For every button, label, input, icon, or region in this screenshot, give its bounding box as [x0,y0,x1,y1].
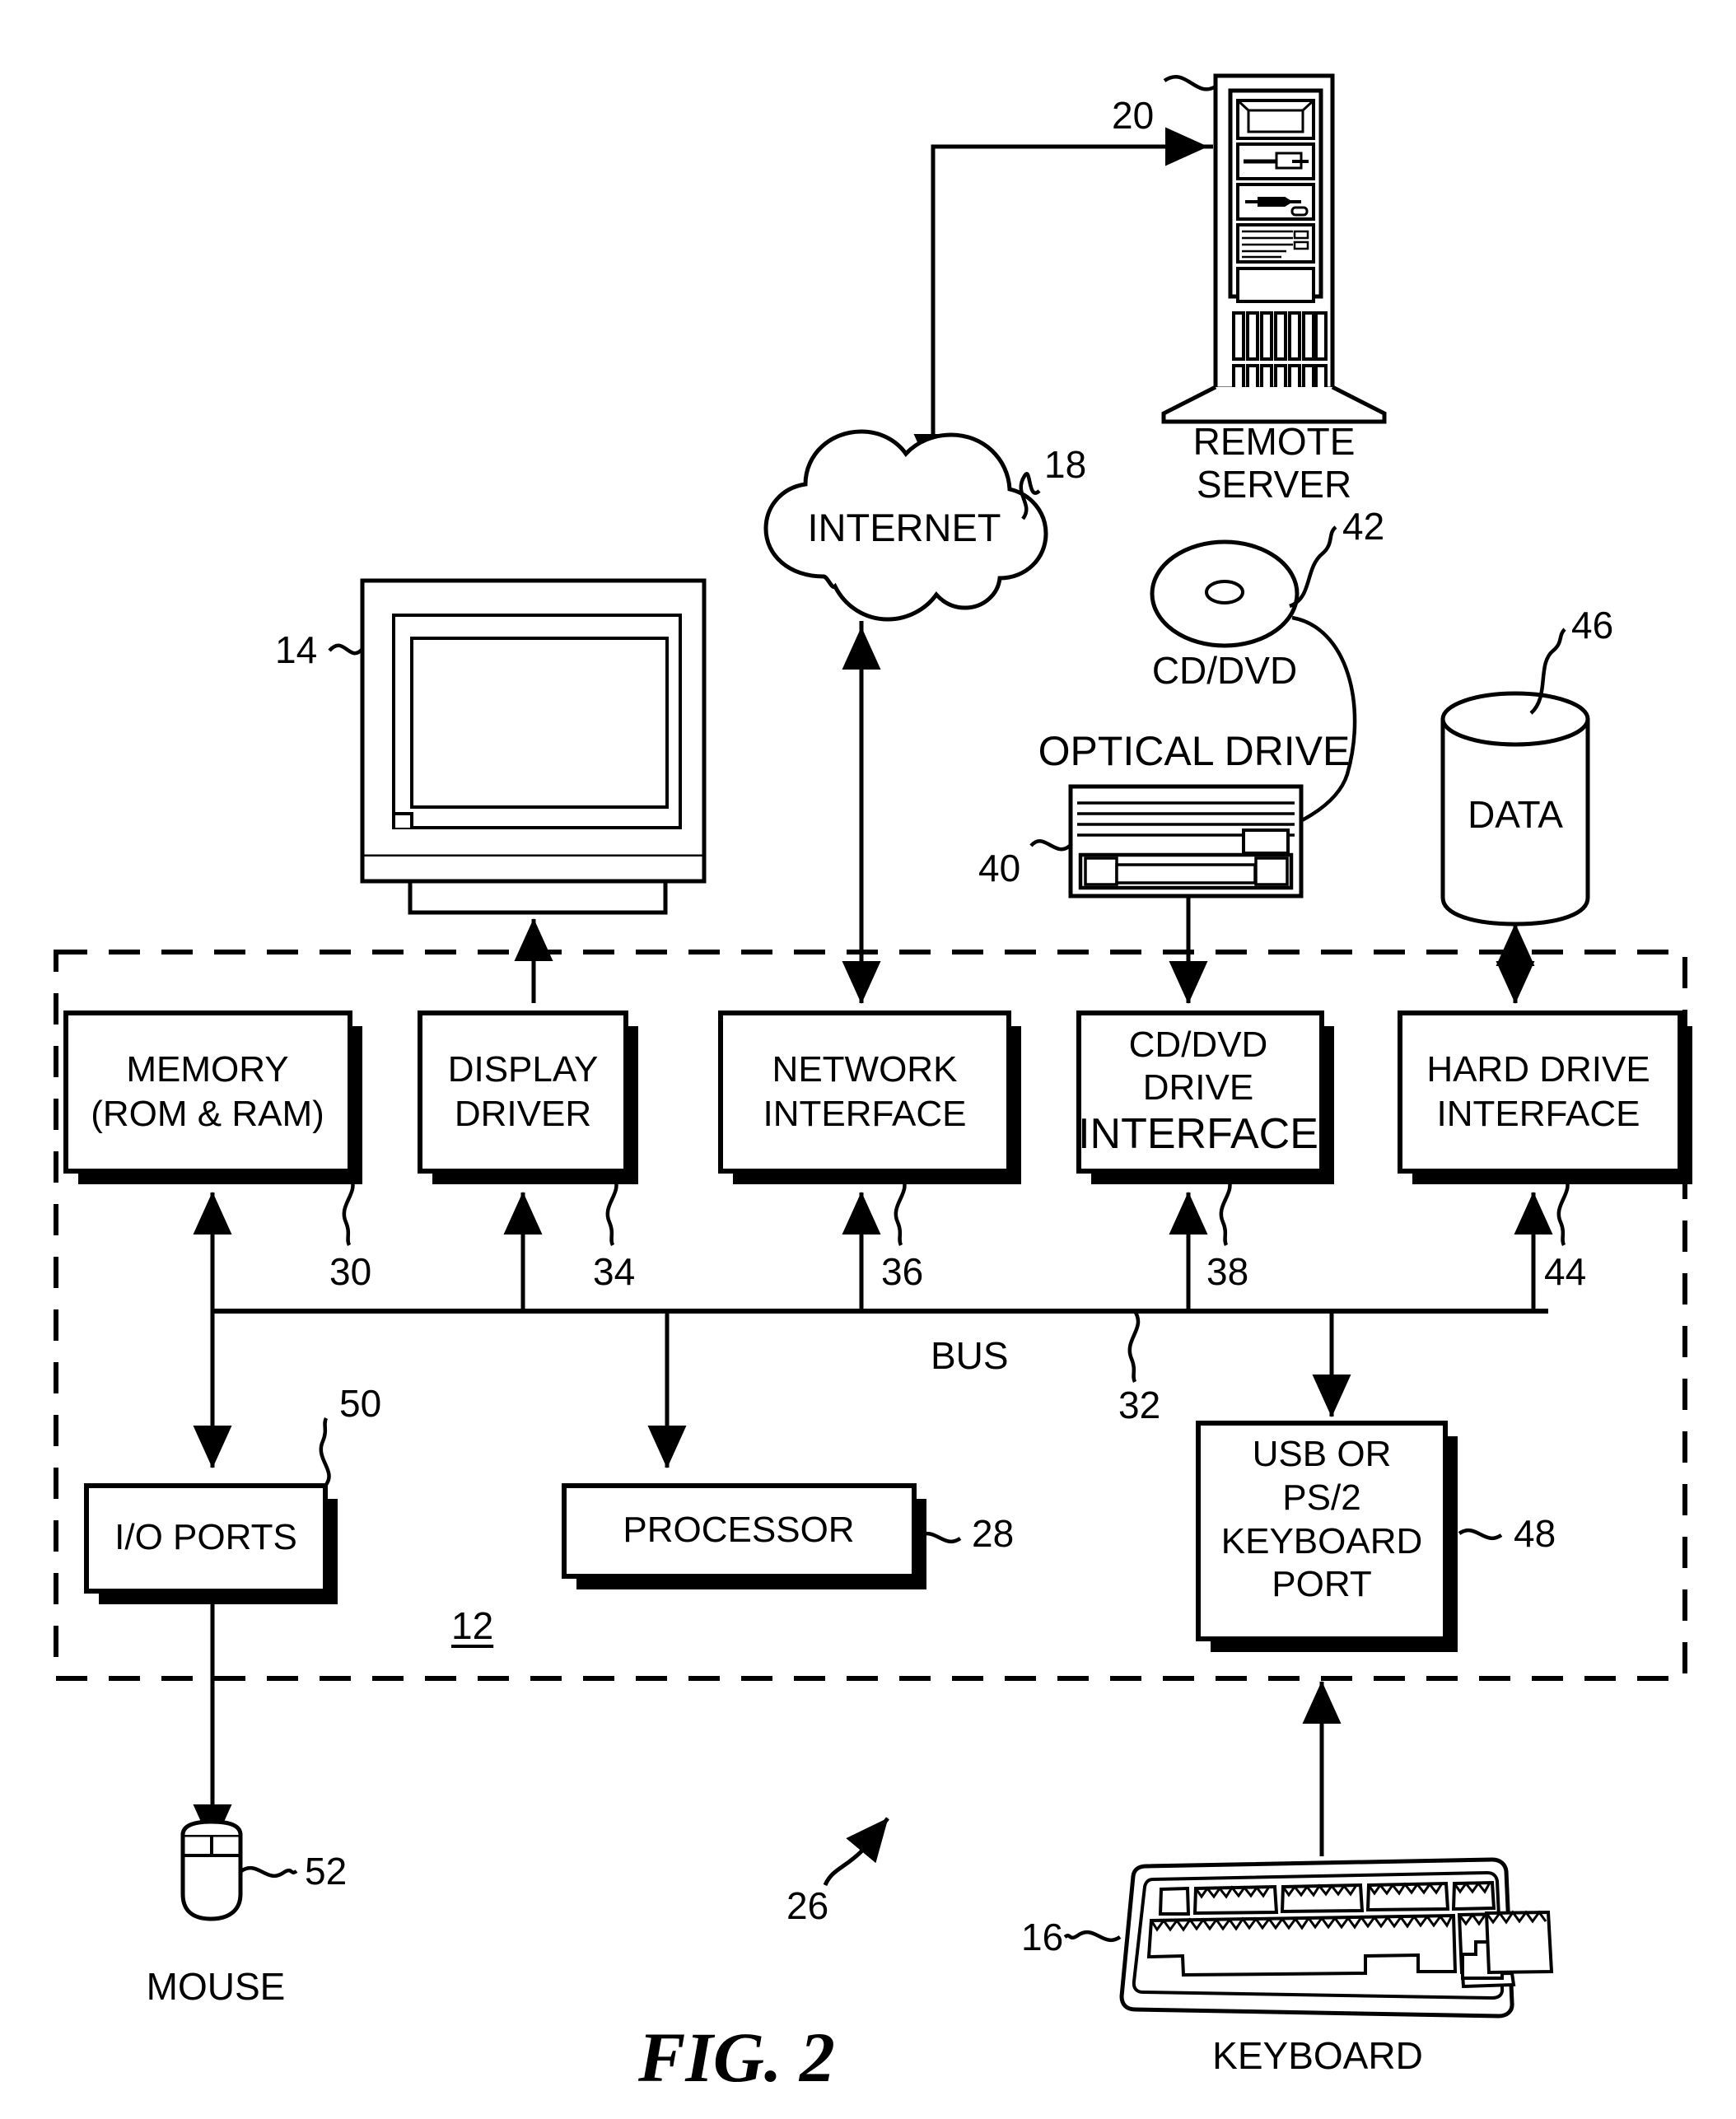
mouse-label: MOUSE [146,1965,286,2008]
block-cd-dvd-interface-text: CD/DVD DRIVE INTERFACE [1078,1024,1318,1160]
leader-50 [319,1417,331,1487]
block-processor-text: PROCESSOR [623,1508,854,1552]
block-hard-drive-interface-line2: INTERFACE [1436,1093,1640,1134]
block-display-driver-line1: DISPLAY [447,1049,599,1090]
block-display-driver-line2: DRIVER [454,1093,592,1134]
ref-52: 52 [305,1850,348,1893]
ref-48: 48 [1514,1512,1556,1555]
ref-28: 28 [972,1512,1015,1555]
block-network-interface-line1: NETWORK [772,1049,958,1090]
block-cd-dvd-interface-line3: INTERFACE [1078,1109,1318,1158]
leader-34 [605,1174,618,1247]
leader-36 [894,1174,907,1247]
leader-20 [1163,75,1217,91]
leader-26 [823,1817,889,1887]
optical-drive-label: OPTICAL DRIVE [1038,728,1351,774]
leader-14 [328,643,364,656]
patent-figure-sheet: REMOTE SERVER 20 INTERNET 18 14 CD/DVD 4… [0,0,1736,2119]
ref-40: 40 [978,847,1021,889]
ref-16: 16 [1021,1916,1064,1958]
ref-30: 30 [329,1250,372,1293]
leader-48 [1458,1528,1503,1541]
figure-caption: FIG. 2 [638,2018,835,2097]
ref-20: 20 [1112,94,1155,137]
keyboard-label: KEYBOARD [1212,2034,1423,2077]
remote-server-label-line1: REMOTE [1192,420,1356,463]
keyboard-icon [1119,1857,1554,2019]
leader-16 [1063,1930,1122,1943]
mouse-icon [180,1819,243,1921]
block-keyboard-port-line1: USB OR [1252,1434,1392,1474]
ref-38: 38 [1206,1250,1249,1293]
ref-14: 14 [275,628,318,671]
ref-32: 32 [1118,1384,1161,1426]
block-hard-drive-interface-text: HARD DRIVE INTERFACE [1426,1048,1650,1136]
remote-server-label-line2: SERVER [1196,463,1352,506]
ref-42: 42 [1342,505,1385,548]
block-keyboard-port-line4: PORT [1272,1564,1372,1605]
arrow-internet-to-server-path [913,144,1213,478]
optical-drive-icon [1068,784,1304,898]
leader-32 [1127,1309,1141,1384]
ref-46: 46 [1571,604,1614,646]
monitor-icon [360,578,707,915]
ref-12: 12 [451,1604,494,1647]
block-cd-dvd-interface-line2: DRIVE [1142,1067,1254,1108]
cd-dvd-disc-label: CD/DVD [1151,649,1298,692]
leader-38 [1219,1174,1232,1247]
ref-36: 36 [881,1250,924,1293]
leader-40 [1029,839,1072,852]
ref-26: 26 [786,1884,829,1927]
block-processor-line1: PROCESSOR [623,1510,855,1550]
block-keyboard-port-text: USB OR PS/2 KEYBOARD PORT [1221,1433,1423,1607]
block-display-driver-text: DISPLAY DRIVER [448,1048,599,1136]
block-memory-line2: (ROM & RAM) [91,1093,324,1134]
leader-44 [1556,1174,1570,1247]
leader-30 [342,1174,355,1247]
ref-50: 50 [339,1382,382,1425]
block-io-ports-line1: I/O PORTS [114,1517,297,1557]
block-keyboard-port-line3: KEYBOARD [1220,1520,1423,1561]
cd-dvd-disc-icon [1150,539,1300,648]
ref-34: 34 [593,1250,636,1293]
remote-server-icon [1161,73,1387,424]
ref-44: 44 [1544,1250,1587,1293]
block-hard-drive-interface-line1: HARD DRIVE [1426,1049,1650,1090]
leader-52 [240,1865,298,1879]
block-io-ports-text: I/O PORTS [114,1515,297,1560]
block-network-interface-text: NETWORK INTERFACE [763,1048,967,1136]
block-cd-dvd-interface-line1: CD/DVD [1128,1024,1268,1065]
data-cylinder-label: DATA [1468,793,1563,836]
internet-cloud-label: INTERNET [807,506,1001,549]
ref-18: 18 [1044,443,1087,486]
block-memory-line1: MEMORY [126,1049,289,1090]
block-network-interface-line2: INTERFACE [763,1093,967,1134]
block-keyboard-port-line2: PS/2 [1282,1477,1361,1518]
bus-label: BUS [931,1334,1009,1377]
block-memory-text: MEMORY (ROM & RAM) [91,1048,324,1136]
